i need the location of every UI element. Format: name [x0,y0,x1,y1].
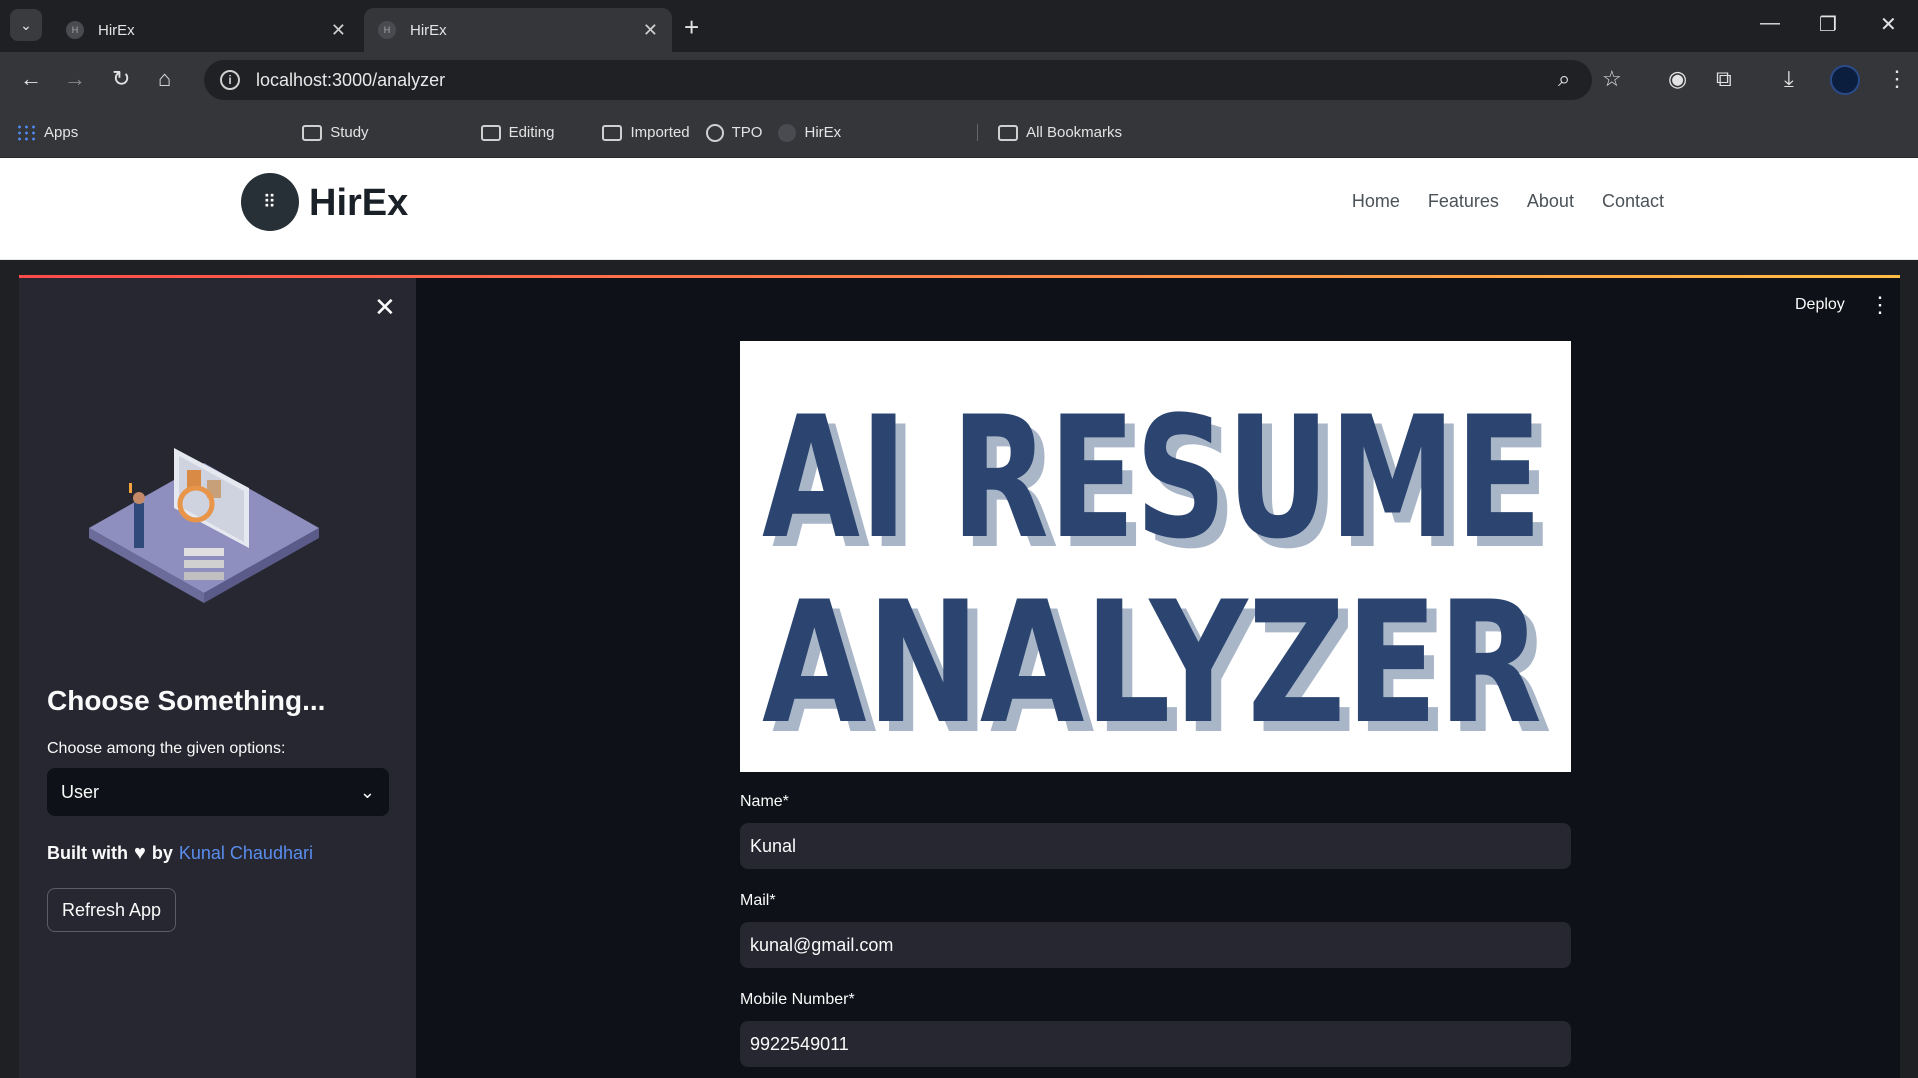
download-icon[interactable]: ⤓ [1784,66,1794,92]
bookmark-tpo[interactable]: TPO [705,123,763,142]
select-value: User [61,781,100,802]
tab-search-button[interactable]: ⌄ [10,9,42,41]
bookmark-label: Editing [508,124,555,141]
browser-menu-icon[interactable]: ⋮ [1886,66,1908,92]
hirex-favicon: H [66,21,84,39]
back-arrow-icon[interactable]: ← [20,66,42,92]
home-icon[interactable]: ⌂ [158,66,171,92]
heart-icon: ♥ [133,842,146,864]
credits-by: by [151,843,173,863]
folder-icon [480,124,501,141]
bookmark-label: HirEx [804,124,842,141]
bookmark-label: Imported [630,124,690,141]
bookmark-apps[interactable]: Apps [16,123,79,142]
select-label: Choose among the given options: [47,740,286,757]
site-header: ⠿ HirEx Home Features About Contact [0,158,1918,260]
folder-icon [602,124,623,141]
window-close-button[interactable]: ✕ [1880,12,1897,37]
name-input[interactable]: Kunal [740,823,1571,869]
apps-grid-icon [16,123,36,142]
browser-toolbar: ← → ↻ ⌂ i localhost:3000/analyzer ⌕ ☆ ◉ … [0,52,1918,108]
globe-icon [705,123,724,142]
hirex-favicon [778,123,797,142]
browser-tab-bar: ⌄ H HirEx ✕ H HirEx ✕ + — ❐ ✕ [0,0,1918,52]
banner-line1: AI RESUME [762,380,1542,576]
bookmark-editing[interactable]: Editing [480,124,555,141]
banner-line2: ANALYZER [762,565,1542,761]
url-text: localhost:3000/analyzer [256,69,446,90]
logo-icon[interactable]: ⠿ [241,173,299,231]
bookmark-label: Study [330,124,369,141]
ai-resume-analyzer-banner: AI RESUME AI RESUME ANALYZER ANALYZER [740,341,1571,772]
bookmark-star-icon[interactable]: ☆ [1602,66,1622,92]
all-bookmarks[interactable]: All Bookmarks [977,124,1122,141]
sidebar-title: Choose Something... [47,685,326,716]
logo-text[interactable]: HirEx [309,182,408,225]
bookmarks-bar: Apps Study Editing Imported TPO HirEx Al… [0,108,1918,158]
site-info-icon[interactable]: i [220,70,240,90]
bookmark-hirex[interactable]: HirEx [778,123,842,142]
nav-about[interactable]: About [1527,191,1574,212]
deploy-button[interactable]: Deploy [1795,296,1845,314]
chevron-down-icon: ⌄ [359,781,375,802]
more-options-icon[interactable]: ⋮ [1869,292,1891,318]
mobile-label: Mobile Number* [740,991,855,1008]
bookmark-imported[interactable]: Imported [602,124,690,141]
author-link[interactable]: Kunal Chaudhari [179,843,313,864]
extension-icon[interactable]: ◉ [1668,66,1687,92]
restore-button[interactable]: ❐ [1819,12,1837,37]
close-icon[interactable]: ✕ [331,20,346,41]
nav-features[interactable]: Features [1428,191,1499,212]
zoom-icon[interactable]: ⌕ [1558,66,1570,92]
hirex-favicon: H [378,21,396,39]
close-icon[interactable]: ✕ [374,292,396,323]
user-type-select[interactable]: User ⌄ [47,768,389,816]
close-icon[interactable]: ✕ [643,20,658,41]
credits-text: Built with [47,843,128,863]
bookmark-label: All Bookmarks [1026,124,1123,141]
mail-label: Mail* [740,892,776,909]
profile-avatar[interactable] [1830,65,1860,95]
reload-icon[interactable]: ↻ [112,66,130,92]
site-nav: Home Features About Contact [1352,191,1664,212]
sidebar: ✕ Choose Something... Choose among the g… [19,278,416,1078]
folder-icon [998,124,1019,141]
folder-icon [302,124,323,141]
minimize-button[interactable]: — [1760,12,1780,35]
bookmark-label: TPO [731,124,763,141]
app-frame: ✕ Choose Something... Choose among the g… [19,275,1900,1078]
tab-title: HirEx [410,21,447,39]
credits: Built with ♥ by Kunal Chaudhari [47,842,313,865]
bookmark-study[interactable]: Study [302,124,369,141]
browser-tab[interactable]: H HirEx ✕ [52,8,360,52]
nav-contact[interactable]: Contact [1602,191,1664,212]
resume-search-illustration [79,418,329,618]
refresh-app-button[interactable]: Refresh App [47,888,177,932]
mobile-input[interactable]: 9922549011 [740,1021,1571,1067]
browser-tab-active[interactable]: H HirEx ✕ [364,8,672,52]
forward-arrow-icon[interactable]: → [64,66,86,92]
extensions-puzzle-icon[interactable]: ⧉ [1716,66,1732,92]
address-bar[interactable]: i localhost:3000/analyzer [204,60,1592,100]
tab-title: HirEx [98,21,135,39]
bookmark-label: Apps [44,124,79,141]
new-tab-button[interactable]: + [684,12,699,43]
mail-input[interactable]: kunal@gmail.com [740,922,1571,968]
name-label: Name* [740,793,789,810]
nav-home[interactable]: Home [1352,191,1400,212]
